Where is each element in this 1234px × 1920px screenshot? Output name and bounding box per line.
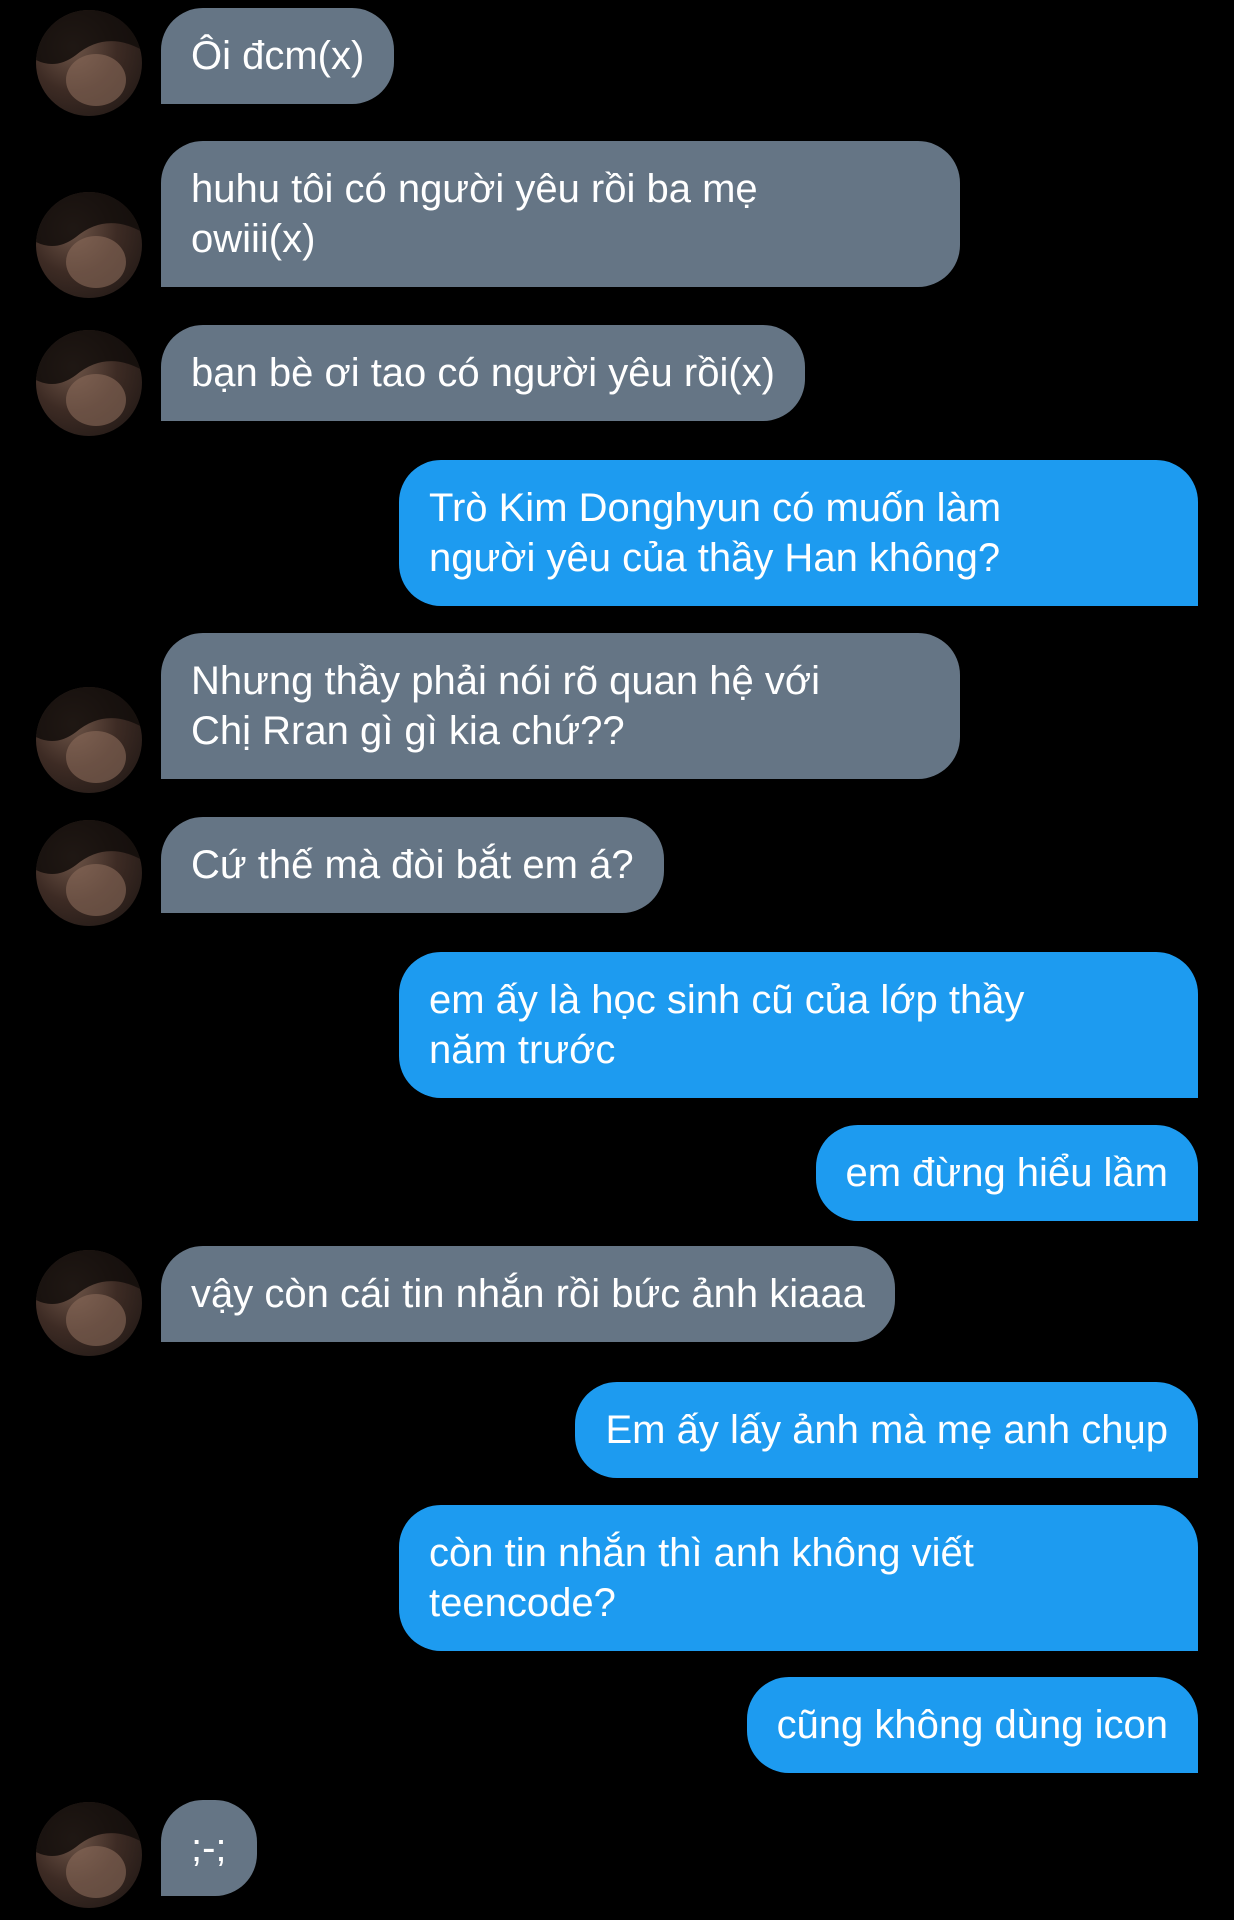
message-text-line: năm trước	[429, 1028, 616, 1072]
sender-avatar[interactable]	[36, 687, 142, 793]
incoming-message-bubble[interactable]: Nhưng thầy phải nói rõ quan hệ với Chị R…	[161, 633, 960, 779]
incoming-message-bubble[interactable]: Cứ thế mà đòi bắt em á?	[161, 817, 664, 913]
message-text-line: cũng không dùng icon	[776, 1703, 1168, 1747]
message-text-line: Cứ thế mà đòi bắt em á?	[191, 843, 634, 887]
message-text-line: bạn bè ơi tao có người yêu rồi(x)	[191, 351, 775, 395]
message-text-line: người yêu của thầy Han không?	[429, 536, 1001, 580]
sender-avatar[interactable]	[36, 1250, 142, 1356]
sender-avatar[interactable]	[36, 192, 142, 298]
message-text-line: Nhưng thầy phải nói rõ quan hệ với	[191, 659, 820, 703]
message-text-line: Em ấy lấy ảnh mà mẹ anh chụp	[605, 1408, 1168, 1452]
incoming-message-bubble[interactable]: bạn bè ơi tao có người yêu rồi(x)	[161, 325, 805, 421]
message-text-line: còn tin nhắn thì anh không viết	[429, 1531, 974, 1575]
incoming-message-bubble[interactable]: huhu tôi có người yêu rồi ba mẹ owiii(x)	[161, 141, 960, 287]
message-text-line: em đừng hiểu lầm	[845, 1151, 1169, 1195]
incoming-message-bubble[interactable]: Ôi đcm(x)	[161, 8, 395, 104]
message-text-line: Chị Rran gì gì kia chứ??	[191, 709, 625, 753]
sender-avatar[interactable]	[36, 820, 142, 926]
sender-avatar[interactable]	[36, 10, 142, 116]
incoming-message-bubble[interactable]: vậy còn cái tin nhắn rồi bức ảnh kiaaa	[161, 1246, 895, 1342]
message-text-line: Ôi đcm(x)	[191, 34, 365, 78]
sender-avatar[interactable]	[36, 330, 142, 436]
message-text-line: owiii(x)	[191, 217, 316, 261]
message-text-line: vậy còn cái tin nhắn rồi bức ảnh kiaaa	[191, 1272, 865, 1316]
outgoing-message-bubble[interactable]: em ấy là học sinh cũ của lớp thầy năm tr…	[399, 952, 1198, 1098]
message-text-line: huhu tôi có người yêu rồi ba mẹ	[191, 167, 758, 211]
message-text-line: ;-;	[191, 1826, 227, 1870]
outgoing-message-bubble[interactable]: em đừng hiểu lầm	[815, 1125, 1198, 1221]
outgoing-message-bubble[interactable]: cũng không dùng icon	[746, 1677, 1198, 1773]
incoming-message-bubble[interactable]: ;-;	[161, 1800, 257, 1896]
outgoing-message-bubble[interactable]: còn tin nhắn thì anh không viết teencode…	[399, 1505, 1198, 1651]
message-text-line: Trò Kim Donghyun có muốn làm	[429, 486, 1002, 530]
outgoing-message-bubble[interactable]: Em ấy lấy ảnh mà mẹ anh chụp	[575, 1382, 1198, 1478]
outgoing-message-bubble[interactable]: Trò Kim Donghyun có muốn làm người yêu c…	[399, 460, 1198, 606]
sender-avatar[interactable]	[36, 1802, 142, 1908]
message-text-line: em ấy là học sinh cũ của lớp thầy	[429, 978, 1025, 1022]
message-text-line: teencode?	[429, 1581, 616, 1625]
